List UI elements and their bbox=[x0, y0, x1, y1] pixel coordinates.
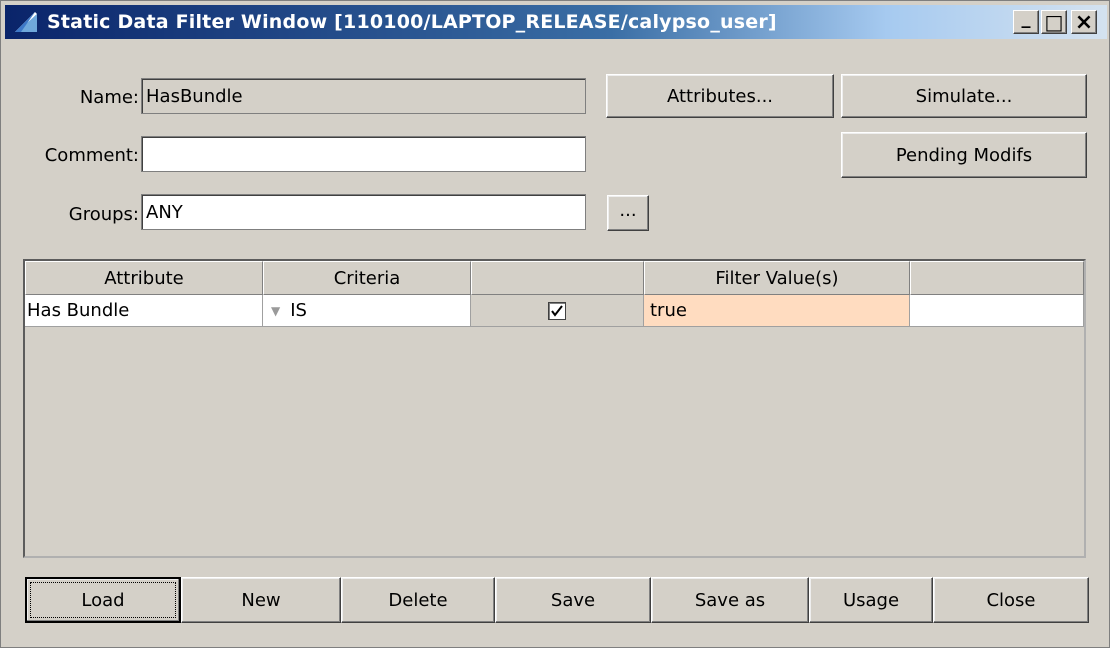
attributes-button[interactable]: Attributes... bbox=[606, 74, 834, 118]
new-button[interactable]: New bbox=[181, 577, 341, 623]
cell-criteria[interactable]: ▼ IS bbox=[263, 295, 471, 327]
usage-button-label: Usage bbox=[842, 589, 900, 611]
app-icon bbox=[11, 9, 41, 35]
save-button[interactable]: Save bbox=[495, 577, 651, 623]
close-button-label: Close bbox=[986, 589, 1036, 611]
groups-browse-button[interactable]: ... bbox=[607, 195, 649, 231]
comment-label: Comment: bbox=[44, 145, 139, 166]
close-window-button[interactable]: × bbox=[1071, 9, 1097, 35]
filter-table[interactable]: Attribute Criteria Filter Value(s) Has B… bbox=[23, 259, 1086, 558]
close-button[interactable]: Close bbox=[933, 577, 1089, 623]
attributes-button-label: Attributes... bbox=[666, 85, 774, 107]
criteria-value: IS bbox=[290, 300, 307, 321]
ellipsis-icon: ... bbox=[619, 199, 637, 221]
column-header-criteria[interactable]: Criteria bbox=[263, 261, 471, 295]
title-bar[interactable]: Static Data Filter Window [110100/LAPTOP… bbox=[5, 5, 1107, 39]
load-button[interactable]: Load bbox=[25, 577, 181, 623]
name-value: HasBundle bbox=[146, 85, 243, 107]
simulate-button-label: Simulate... bbox=[915, 85, 1013, 107]
cell-extra[interactable] bbox=[910, 295, 1084, 327]
pending-modifs-button-label: Pending Modifs bbox=[895, 144, 1033, 166]
table-header: Attribute Criteria Filter Value(s) bbox=[25, 261, 1084, 295]
column-header-filter-values[interactable]: Filter Value(s) bbox=[644, 261, 910, 295]
name-field[interactable]: HasBundle bbox=[141, 78, 586, 114]
delete-button-label: Delete bbox=[388, 589, 448, 611]
save-as-button[interactable]: Save as bbox=[651, 577, 809, 623]
minimize-icon: _ bbox=[1021, 7, 1031, 29]
cell-filter-value[interactable]: true bbox=[644, 295, 910, 327]
name-label: Name: bbox=[79, 87, 139, 108]
dropdown-arrow-icon[interactable]: ▼ bbox=[271, 304, 280, 318]
column-header-attribute[interactable]: Attribute bbox=[25, 261, 263, 295]
comment-field[interactable] bbox=[141, 136, 586, 172]
table-row[interactable]: Has Bundle ▼ IS true bbox=[25, 295, 1084, 327]
usage-button[interactable]: Usage bbox=[809, 577, 933, 623]
load-button-label: Load bbox=[81, 589, 125, 611]
checkmark-icon bbox=[551, 304, 563, 317]
maximize-button[interactable]: □ bbox=[1041, 10, 1067, 34]
include-checkbox[interactable] bbox=[548, 301, 566, 320]
column-header-checkbox[interactable] bbox=[471, 261, 644, 295]
groups-field[interactable]: ANY bbox=[141, 194, 586, 230]
save-button-label: Save bbox=[550, 589, 596, 611]
cell-attribute[interactable]: Has Bundle bbox=[25, 295, 263, 327]
pending-modifs-button[interactable]: Pending Modifs bbox=[841, 132, 1087, 178]
window-title: Static Data Filter Window [110100/LAPTOP… bbox=[47, 11, 777, 33]
save-as-button-label: Save as bbox=[694, 589, 766, 611]
delete-button[interactable]: Delete bbox=[341, 577, 495, 623]
groups-label: Groups: bbox=[68, 204, 139, 225]
close-icon: × bbox=[1074, 9, 1094, 35]
simulate-button[interactable]: Simulate... bbox=[841, 74, 1087, 118]
static-data-filter-window: Static Data Filter Window [110100/LAPTOP… bbox=[0, 0, 1110, 648]
new-button-label: New bbox=[241, 589, 281, 611]
groups-value: ANY bbox=[146, 201, 183, 223]
cell-checkbox[interactable] bbox=[471, 295, 644, 327]
maximize-icon: □ bbox=[1044, 10, 1064, 34]
column-header-extra[interactable] bbox=[910, 261, 1084, 295]
minimize-button[interactable]: _ bbox=[1013, 7, 1039, 34]
